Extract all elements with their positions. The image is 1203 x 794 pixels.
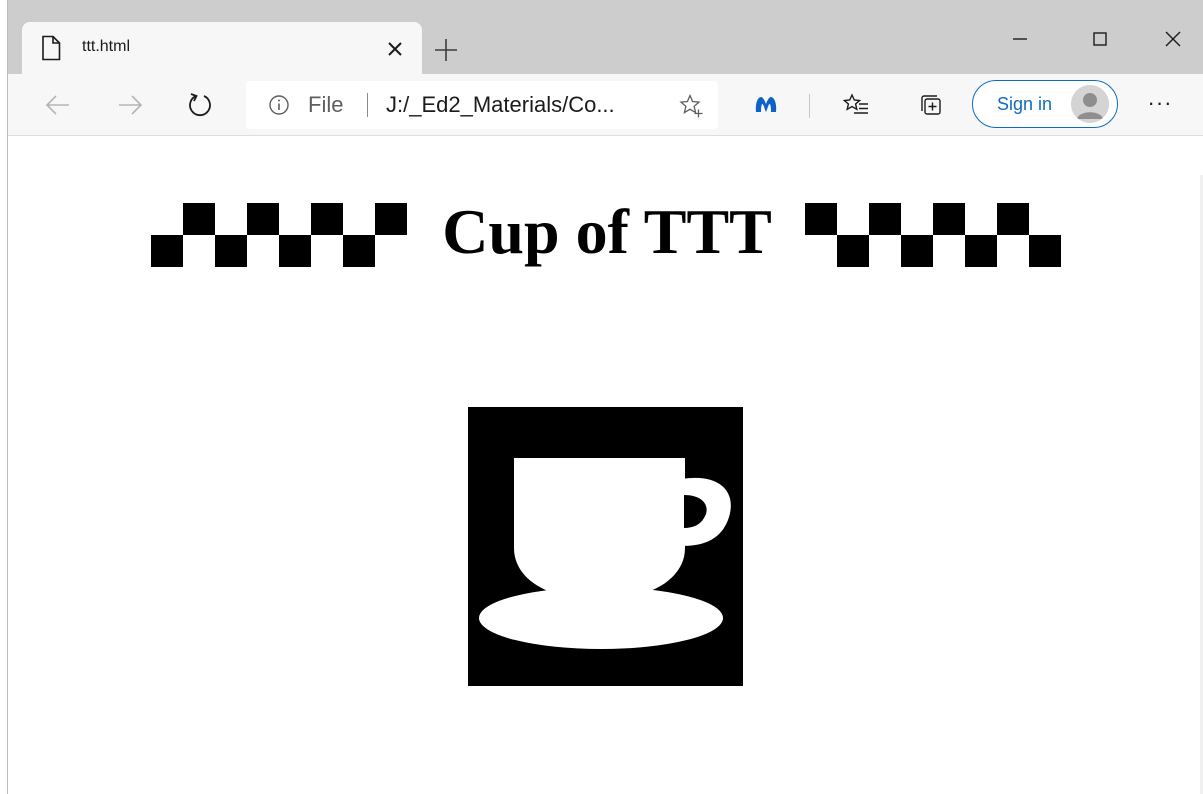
minimize-icon (1013, 38, 1027, 40)
window-left-border (0, 0, 8, 794)
tab-title: ttt.html (82, 38, 131, 55)
new-tab-plus-icon[interactable] (430, 34, 462, 66)
forward-button[interactable] (112, 87, 148, 123)
more-options-button[interactable]: ··· (1142, 88, 1178, 124)
collections-button[interactable] (913, 87, 949, 123)
sign-in-button[interactable]: Sign in (972, 80, 1118, 128)
arrow-left-icon (45, 95, 69, 115)
checker-pattern-right (805, 203, 1061, 267)
coffee-cup-image (468, 407, 743, 686)
window-top-border (0, 0, 1203, 8)
malwarebytes-icon (755, 97, 777, 112)
malwarebytes-extension-button[interactable] (748, 87, 784, 123)
checker-pattern-left (151, 203, 407, 267)
tab-close-icon[interactable] (382, 36, 408, 62)
url-text[interactable]: J:/_Ed2_Materials/Co... (386, 92, 615, 118)
page-heading: Cup of TTT (442, 196, 772, 267)
back-button[interactable] (40, 87, 76, 123)
maximize-window-button[interactable] (1070, 16, 1130, 62)
url-scheme-label: File (308, 92, 344, 117)
tab-strip: ttt.html (8, 8, 1203, 74)
favorites-button[interactable] (838, 87, 874, 123)
close-window-button[interactable] (1143, 16, 1203, 62)
favorites-list-icon (842, 93, 868, 114)
minimize-window-button[interactable] (990, 16, 1050, 62)
close-icon (1165, 31, 1181, 47)
page-icon (40, 35, 62, 61)
web-page-content: Cup of TTT (9, 137, 1203, 794)
arrow-right-icon (119, 95, 143, 115)
toolbar-separator (809, 94, 810, 118)
refresh-button[interactable] (182, 87, 218, 123)
collections-icon (921, 95, 941, 115)
heading-row: Cup of TTT (9, 197, 1203, 277)
browser-toolbar: File J:/_Ed2_Materials/Co... Sign in ··· (8, 74, 1203, 136)
address-bar[interactable]: File J:/_Ed2_Materials/Co... (246, 81, 718, 129)
browser-tab-active[interactable]: ttt.html (22, 22, 422, 74)
info-icon[interactable] (268, 94, 290, 116)
add-favorite-star-icon[interactable] (678, 93, 704, 119)
address-divider (367, 93, 368, 117)
profile-avatar-icon (1071, 85, 1109, 123)
sign-in-label: Sign in (997, 94, 1053, 114)
refresh-icon (189, 93, 211, 116)
maximize-icon (1093, 32, 1107, 46)
